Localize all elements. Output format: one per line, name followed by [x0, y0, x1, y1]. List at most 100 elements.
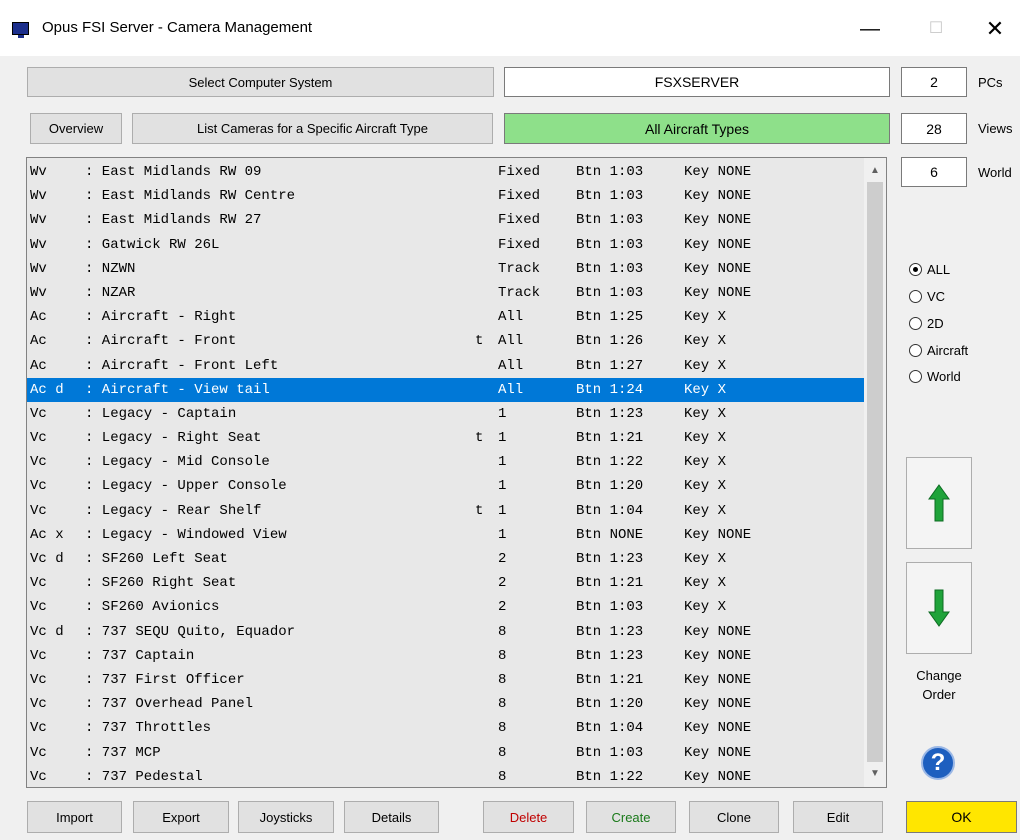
camera-row-btn: Btn 1:21	[576, 430, 644, 447]
camera-row-view: All	[498, 357, 524, 374]
radio-button-icon[interactable]	[909, 316, 922, 330]
camera-row-btn: Btn 1:03	[576, 236, 644, 253]
camera-row-view: 8	[498, 647, 507, 664]
aircraft-filter-field[interactable]: All Aircraft Types	[504, 113, 890, 144]
camera-row-type: Vc	[30, 454, 64, 471]
camera-row[interactable]: Wv : NZWN Track Btn 1:03 Key NONE	[27, 257, 865, 281]
change-order-label-line1: Change	[916, 668, 962, 683]
scroll-thumb[interactable]	[867, 182, 883, 762]
camera-row[interactable]: Vc : Legacy - Mid Console 1 Btn 1:22 Key X	[27, 450, 865, 474]
radio-button-icon[interactable]	[909, 289, 922, 303]
camera-list[interactable]: Wv : East Midlands RW 09 Fixed Btn 1:03 Key…	[26, 157, 887, 788]
scroll-down-icon[interactable]: ▼	[864, 763, 886, 785]
camera-row[interactable]: Wv : East Midlands RW 27 Fixed Btn 1:03 Key…	[27, 208, 865, 232]
camera-row[interactable]: Ac : Aircraft - Right All Btn 1:25 Key X	[27, 305, 865, 329]
camera-row[interactable]: Wv : Gatwick RW 26L Fixed Btn 1:03 Key NONE	[27, 233, 865, 257]
camera-row-view: Track	[498, 284, 541, 301]
camera-row[interactable]: Ac x: Legacy - Windowed View 1 Btn NONE Key…	[27, 523, 865, 547]
camera-row[interactable]: Wv : NZAR Track Btn 1:03 Key NONE	[27, 281, 865, 305]
help-icon[interactable]: ?	[921, 746, 955, 780]
camera-row-view: 8	[498, 696, 507, 713]
camera-row-key: Key X	[684, 309, 727, 326]
export-button[interactable]: Export	[133, 801, 229, 833]
radio-world[interactable]: World	[909, 366, 961, 386]
joysticks-button[interactable]: Joysticks	[238, 801, 334, 833]
radio-button-icon[interactable]	[909, 343, 922, 357]
import-button[interactable]: Import	[27, 801, 122, 833]
camera-row[interactable]: Vc : 737 Pedestal 8 Btn 1:22 Key NONE	[27, 765, 865, 787]
camera-row[interactable]: Vc : 737 Throttles 8 Btn 1:04 Key NONE	[27, 716, 865, 740]
camera-row[interactable]: Vc d: 737 SEQU Quito, Equador 8 Btn 1:23 Ke…	[27, 620, 865, 644]
world-count-field: 6	[901, 157, 967, 187]
camera-row[interactable]: Vc : Legacy - Captain 1 Btn 1:23 Key X	[27, 402, 865, 426]
list-cameras-button[interactable]: List Cameras for a Specific Aircraft Typ…	[132, 113, 493, 144]
move-down-button[interactable]	[906, 562, 972, 654]
minimize-button[interactable]: —	[850, 14, 890, 44]
camera-row[interactable]: Vc : SF260 Right Seat 2 Btn 1:21 Key X	[27, 571, 865, 595]
camera-row-flag: t	[475, 502, 484, 519]
camera-row-btn: Btn 1:03	[576, 599, 644, 616]
camera-row[interactable]: Wv : East Midlands RW Centre Fixed Btn 1:0…	[27, 184, 865, 208]
ok-button[interactable]: OK	[906, 801, 1017, 833]
camera-row-name: : East Midlands RW Centre	[85, 188, 296, 205]
camera-row-btn: Btn 1:22	[576, 454, 644, 471]
camera-row-key: Key NONE	[684, 744, 752, 761]
camera-row-btn: Btn 1:22	[576, 768, 644, 785]
camera-row[interactable]: Vc : 737 MCP 8 Btn 1:03 Key NONE	[27, 741, 865, 765]
computer-system-field[interactable]: FSXSERVER	[504, 67, 890, 97]
scroll-up-icon[interactable]: ▲	[864, 160, 886, 182]
clone-button[interactable]: Clone	[689, 801, 779, 833]
camera-row[interactable]: Vc : 737 First Officer 8 Btn 1:21 Key NONE	[27, 668, 865, 692]
camera-row-btn: Btn 1:04	[576, 720, 644, 737]
camera-row-key: Key NONE	[684, 260, 752, 277]
radio-aircraft[interactable]: Aircraft	[909, 340, 968, 360]
camera-row-view: 2	[498, 575, 507, 592]
select-computer-system-button[interactable]: Select Computer System	[27, 67, 494, 97]
details-button[interactable]: Details	[344, 801, 439, 833]
camera-row-name: : 737 SEQU Quito, Equador	[85, 623, 296, 640]
camera-row-type: Ac	[30, 309, 64, 326]
camera-row[interactable]: Vc : Legacy - Rear Shelf t 1 Btn 1:04 Key X	[27, 499, 865, 523]
camera-row-name: : Legacy - Mid Console	[85, 454, 270, 471]
edit-button[interactable]: Edit	[793, 801, 883, 833]
radio-vc[interactable]: VC	[909, 286, 945, 306]
camera-row-key: Key NONE	[684, 236, 752, 253]
move-up-button[interactable]	[906, 457, 972, 549]
camera-row-key: Key X	[684, 599, 727, 616]
vertical-scrollbar[interactable]: ▲ ▼	[864, 158, 886, 787]
camera-row-key: Key X	[684, 405, 727, 422]
camera-row[interactable]: Vc : Legacy - Upper Console 1 Btn 1:20 Key …	[27, 474, 865, 498]
camera-row[interactable]: Vc d: SF260 Left Seat 2 Btn 1:23 Key X	[27, 547, 865, 571]
create-button[interactable]: Create	[586, 801, 676, 833]
camera-row-view: Fixed	[498, 236, 541, 253]
close-button[interactable]: ✕	[975, 14, 1015, 44]
camera-row[interactable]: Vc : 737 Overhead Panel 8 Btn 1:20 Key NONE	[27, 692, 865, 716]
camera-row-type: Ac	[30, 357, 64, 374]
camera-row-name: : NZWN	[85, 260, 136, 277]
camera-row-view: 1	[498, 526, 507, 543]
camera-row[interactable]: Ac : Aircraft - Front t All Btn 1:26 Key X	[27, 329, 865, 353]
camera-row-name: : Aircraft - Front	[85, 333, 237, 350]
overview-button[interactable]: Overview	[30, 113, 122, 144]
camera-row-flag: t	[475, 430, 484, 447]
maximize-button[interactable]: ☐	[916, 14, 956, 44]
camera-row-key: Key X	[684, 430, 727, 447]
camera-row-type: Wv	[30, 236, 64, 253]
camera-row[interactable]: Ac d: Aircraft - View tail All Btn 1:24 Key…	[27, 377, 865, 402]
radio-button-icon[interactable]	[909, 262, 922, 276]
camera-row-key: Key X	[684, 575, 727, 592]
radio-all[interactable]: ALL	[909, 259, 950, 279]
camera-row-key: Key NONE	[684, 647, 752, 664]
camera-row[interactable]: Ac : Aircraft - Front Left All Btn 1:27 Key…	[27, 354, 865, 378]
delete-button[interactable]: Delete	[483, 801, 574, 833]
camera-row[interactable]: Vc : 737 Captain 8 Btn 1:23 Key NONE	[27, 644, 865, 668]
radio-2d[interactable]: 2D	[909, 313, 944, 333]
radio-button-icon[interactable]	[909, 369, 922, 383]
camera-row[interactable]: Vc : Legacy - Right Seat t 1 Btn 1:21 Key X	[27, 426, 865, 450]
camera-row[interactable]: Wv : East Midlands RW 09 Fixed Btn 1:03 Key…	[27, 160, 865, 184]
camera-row-name: : Legacy - Upper Console	[85, 478, 287, 495]
camera-row[interactable]: Vc : SF260 Avionics 2 Btn 1:03 Key X	[27, 595, 865, 619]
camera-row-btn: Btn 1:23	[576, 551, 644, 567]
camera-row-name: : East Midlands RW 27	[85, 212, 262, 229]
camera-row-key: Key NONE	[684, 671, 752, 688]
